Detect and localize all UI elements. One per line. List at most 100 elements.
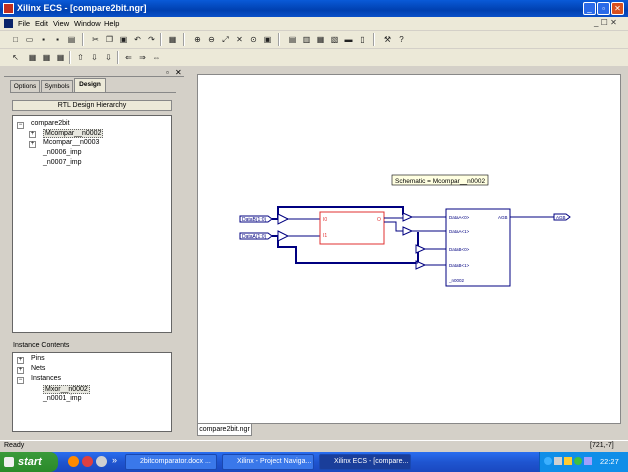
media-icon[interactable] (96, 456, 107, 467)
mux-pin-dataa0: DataA<0> (449, 215, 470, 220)
hierarchy-tree[interactable]: − compare2bit + Mcompar__n0002 + Mcompar… (12, 115, 172, 333)
task-project-navigator[interactable]: Xilinx - Project Naviga... (222, 454, 314, 470)
register-pin-i1: I1 (323, 233, 327, 239)
network-icon[interactable] (544, 457, 552, 465)
collapse-icon[interactable]: − (17, 377, 24, 384)
tree-item-n0007-imp[interactable]: _n0007_imp (43, 159, 82, 166)
volume-icon[interactable] (584, 457, 592, 465)
tree-item-compare2bit[interactable]: compare2bit (31, 120, 70, 127)
mux-pin-datab0: DataB<0> (449, 247, 470, 252)
quick-launch-more[interactable]: » (112, 455, 117, 465)
tray-icon[interactable] (574, 457, 582, 465)
previous-icon[interactable]: ⇐ (123, 52, 134, 63)
opera-icon[interactable] (82, 456, 93, 467)
tree-item-mcompar-n0003[interactable]: Mcompar__n0003 (43, 139, 99, 146)
zoom-in-icon[interactable]: ⊕ (192, 34, 203, 45)
tree-item-pins[interactable]: Pins (31, 355, 45, 362)
expand-icon[interactable]: + (17, 357, 24, 364)
tab-options[interactable]: Options (10, 80, 40, 92)
zoom-area-icon[interactable]: ▣ (262, 34, 273, 45)
maximize-button[interactable]: ▫ (597, 2, 610, 15)
sheet-icon[interactable]: ▧ (329, 34, 340, 45)
tab-symbols[interactable]: Symbols (41, 80, 73, 92)
firefox-icon[interactable] (68, 456, 79, 467)
print-icon[interactable]: ▤ (66, 34, 77, 45)
zoom-fit-icon[interactable]: ⤢ (220, 34, 231, 45)
tools-icon[interactable]: ⚒ (382, 34, 393, 45)
next-icon[interactable]: ⇒ (137, 52, 148, 63)
tree-item-n0001-imp[interactable]: _n0001_imp (43, 395, 82, 402)
undo-icon[interactable]: ↶ (132, 34, 143, 45)
tree-item-instances[interactable]: Instances (31, 375, 61, 382)
start-label: start (18, 456, 42, 468)
expand-icon[interactable]: + (29, 131, 36, 138)
menu-edit[interactable]: Edit (35, 19, 48, 28)
panel-close-icon[interactable]: ✕ (175, 68, 182, 77)
hierarchy-icon[interactable]: ▦ (315, 34, 326, 45)
expand-icon[interactable]: + (17, 367, 24, 374)
add-symbol-icon[interactable]: ▦ (41, 52, 52, 63)
panel-restore-icon[interactable]: ▫ (166, 68, 169, 77)
expand-icon[interactable]: + (29, 141, 36, 148)
close-button[interactable]: ✕ (611, 2, 624, 15)
schematic-canvas[interactable]: Schematic = Mcompar__n0002 DataB(1:0) Da… (197, 74, 621, 424)
menu-window[interactable]: Window (74, 19, 101, 28)
zoom-full-icon[interactable]: ✕ (234, 34, 245, 45)
instance-tree[interactable]: + Pins + Nets − Instances Mxor__n0002 _n… (12, 352, 172, 432)
start-button[interactable]: start (0, 452, 58, 472)
redo-icon[interactable]: ↷ (146, 34, 157, 45)
select-arrow-icon[interactable]: ↖ (10, 52, 21, 63)
output-port-agb: AGB (556, 215, 566, 220)
schematic-tooltip: Schematic = Mcompar__n0002 (395, 178, 486, 185)
download-icon[interactable]: ⇩ (103, 52, 114, 63)
title-bar: Xilinx ECS - [compare2bit.ngr] _ ▫ ✕ (0, 0, 628, 17)
bus-icon[interactable]: ▬ (343, 34, 354, 45)
open-folder-icon[interactable]: ▭ (24, 34, 35, 45)
task-word-doc[interactable]: 2bitcomparator.docx ... (125, 454, 217, 470)
add-net-icon[interactable]: ▦ (55, 52, 66, 63)
tab-design[interactable]: Design (74, 78, 106, 92)
copy-icon[interactable]: ❐ (104, 34, 115, 45)
toolbar-main: □ ▭ ▪ ▪ ▤ ✂ ❐ ▣ ↶ ↷ ▦ ⊕ ⊖ ⤢ ✕ ⊙ ▣ ▤ ▥ ▦ … (0, 31, 628, 48)
pop-out-icon[interactable]: ▥ (301, 34, 312, 45)
cut-icon[interactable]: ✂ (90, 34, 101, 45)
document-icon[interactable] (4, 19, 13, 28)
zoom-selection-icon[interactable]: ⊙ (248, 34, 259, 45)
save-all-icon[interactable]: ▪ (52, 34, 63, 45)
menu-help[interactable]: Help (104, 19, 119, 28)
menu-file[interactable]: File (18, 19, 30, 28)
mdi-controls[interactable]: _ ☐ ✕ (594, 18, 617, 27)
collapse-icon[interactable]: − (17, 122, 24, 129)
clock: 22:27 (600, 457, 619, 466)
refresh-icon[interactable]: ⇔ (151, 52, 162, 63)
find-icon[interactable]: ▦ (167, 34, 178, 45)
tray-icon[interactable] (564, 457, 572, 465)
push-into-icon[interactable]: ▤ (287, 34, 298, 45)
cursor-coords: [721,-7] (590, 442, 614, 449)
help-cursor-icon[interactable]: ? (396, 34, 407, 45)
window-icon[interactable]: ▯ (357, 34, 368, 45)
tree-item-mcompar-n0002[interactable]: Mcompar__n0002 (43, 129, 104, 138)
task-xilinx-ecs[interactable]: Xilinx ECS - [compare... (319, 454, 411, 470)
hierarchy-header: RTL Design Hierarchy (12, 100, 172, 111)
paste-icon[interactable]: ▣ (118, 34, 129, 45)
new-file-icon[interactable]: □ (10, 34, 21, 45)
tree-item-mxor-n0002[interactable]: Mxor__n0002 (43, 385, 90, 394)
toolbar-schematic: ↖ ▦ ▦ ▦ ⇧ ⇩ ⇩ ⇐ ⇒ ⇔ (0, 49, 628, 66)
menu-bar: File Edit View Window Help _ ☐ ✕ (0, 17, 628, 30)
save-icon[interactable]: ▪ (38, 34, 49, 45)
status-text: Ready (4, 442, 25, 449)
tree-item-nets[interactable]: Nets (31, 365, 45, 372)
tray-icon[interactable] (554, 457, 562, 465)
push-down-icon[interactable]: ⇩ (89, 52, 100, 63)
mux-pin-dataa1: DataA<1> (449, 229, 470, 234)
menu-view[interactable]: View (53, 19, 69, 28)
push-up-icon[interactable]: ⇧ (75, 52, 86, 63)
tree-item-n0006-imp[interactable]: _n0006_imp (43, 149, 82, 156)
add-wire-icon[interactable]: ▦ (27, 52, 38, 63)
windows-logo-icon (4, 457, 14, 467)
minimize-button[interactable]: _ (583, 2, 596, 15)
zoom-out-icon[interactable]: ⊖ (206, 34, 217, 45)
tab-compare2bit[interactable]: compare2bit.ngr (197, 424, 252, 436)
taskbar: start » 2bitcomparator.docx ... Xilinx -… (0, 452, 628, 472)
